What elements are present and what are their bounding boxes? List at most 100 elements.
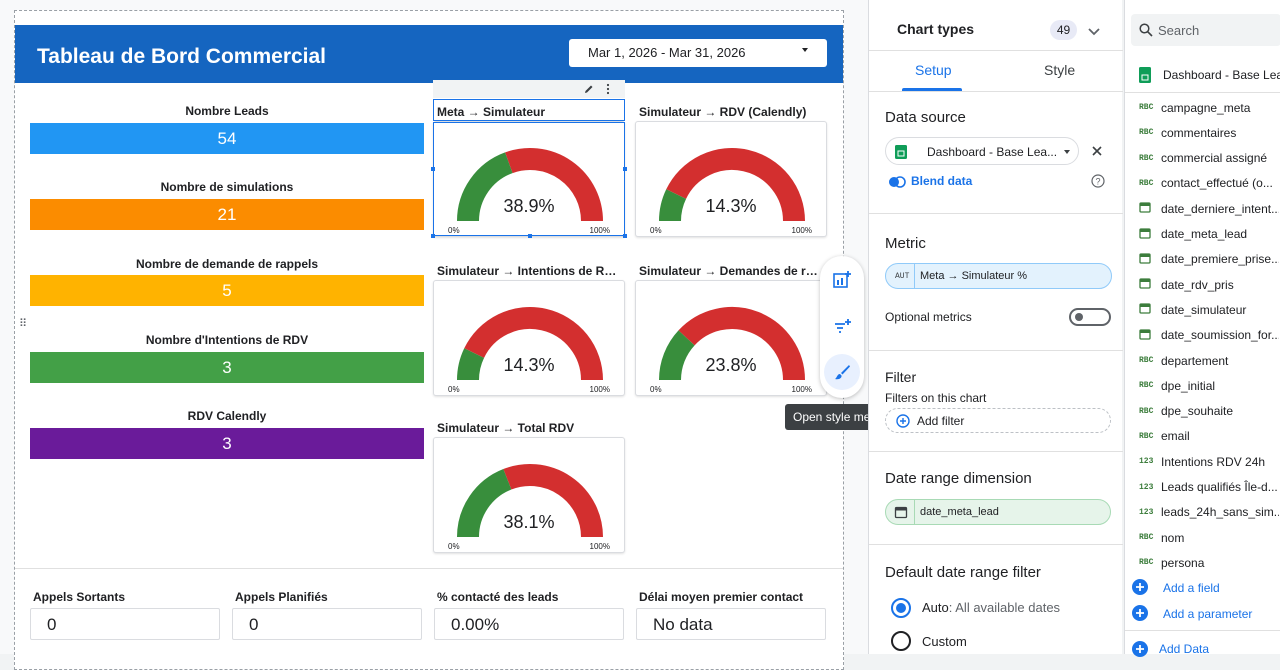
field-item[interactable]: RBC dpe_souhaite [1125,399,1280,424]
search-field[interactable]: Search [1131,14,1280,46]
add-parameter-link[interactable]: Add a parameter [1163,607,1252,621]
auto-option[interactable]: Auto: All available dates [922,600,1060,615]
scorecard-appels-planifies[interactable]: 0 [232,608,422,640]
field-item[interactable]: date_rdv_pris [1125,272,1280,297]
field-type-label: RBC [1139,381,1154,391]
kpi-bar-leads[interactable]: 54 [30,123,424,154]
field-item[interactable]: RBC departement [1125,348,1280,373]
report-title[interactable]: Tableau de Bord Commercial [37,45,326,69]
style-menu-button[interactable] [824,354,860,390]
field-item[interactable]: date_premiere_prise... [1125,247,1280,272]
field-item[interactable]: 123 Leads qualifiés Île-d... [1125,475,1280,500]
field-name: date_soumission_for... [1161,328,1279,343]
dropdown-arrow-icon [802,48,808,52]
blend-data-link[interactable]: Blend data [911,174,972,188]
resize-handle[interactable] [623,167,627,171]
add-filter-button[interactable]: Add filter [885,408,1111,433]
gauge-value: 14.3% [503,355,555,375]
field-item[interactable]: date_derniere_intent... [1125,196,1280,221]
kpi-bar-intentions[interactable]: 3 [30,352,424,383]
gauge-min-label: 0% [448,542,460,551]
resize-handle[interactable] [431,234,435,238]
gauge-title-intentions[interactable]: Simulateur → Intentions de R… [437,264,623,278]
field-item[interactable]: date_soumission_for... [1125,323,1280,348]
resize-handle[interactable] [623,234,627,238]
data-source-selector[interactable]: Dashboard - Base Lea... [885,137,1079,165]
optional-metrics-toggle[interactable] [1069,308,1111,326]
add-chart-button[interactable] [824,262,860,298]
gauge-max-label: 100% [791,385,812,394]
blend-icon [889,176,906,188]
panel-divider [869,451,1123,452]
chart-types-label[interactable]: Chart types [897,21,974,37]
metric-type-label: AUT [895,272,910,281]
gauge-chart-rdv-calendly[interactable]: 14.3% 0% 100% [635,121,827,237]
kpi-bar-rappels[interactable]: 5 [30,275,424,306]
panel-divider [1125,630,1280,631]
resize-handle[interactable] [528,234,532,238]
tab-setup[interactable]: Setup [915,62,952,78]
field-item[interactable]: RBC commentaires [1125,120,1280,145]
kpi-bar-simulations[interactable]: 21 [30,199,424,230]
field-item[interactable]: RBC nom [1125,525,1280,550]
gauge-title-demandes[interactable]: Simulateur → Demandes de r… [639,264,825,278]
field-item[interactable]: 123 leads_24h_sans_sim... [1125,500,1280,525]
metric-chip[interactable]: AUT Meta → Simulateur % [885,263,1112,289]
gauge-max-label: 100% [589,385,610,394]
calendar-icon [1125,227,1161,242]
panel-divider [869,213,1123,214]
gauge-title-meta[interactable]: Meta → Simulateur [437,105,623,119]
date-range-value: Mar 1, 2026 - Mar 31, 2026 [588,45,746,60]
field-name: dpe_souhaite [1161,404,1234,419]
field-type-label: RBC [1139,558,1154,568]
field-item[interactable]: RBC commercial assigné [1125,146,1280,171]
custom-option-label[interactable]: Custom [922,634,967,649]
field-item[interactable]: RBC persona [1125,550,1280,575]
gauge-value: 14.3% [705,196,757,216]
field-name: date_rdv_pris [1161,277,1234,292]
auto-radio[interactable] [891,598,911,618]
add-control-button[interactable] [824,308,860,344]
tab-style[interactable]: Style [1044,62,1075,78]
panel-divider [1125,92,1280,93]
date-dimension-chip[interactable]: date_meta_lead [885,499,1111,525]
chart-floating-toolbar [820,256,864,398]
edit-pencil-icon[interactable] [583,83,595,95]
field-item[interactable]: RBC dpe_initial [1125,373,1280,398]
field-item[interactable]: RBC email [1125,424,1280,449]
drag-handle-icon[interactable]: ⠿ [19,319,27,330]
field-item[interactable]: 123 Intentions RDV 24h [1125,449,1280,474]
gauge-value: 23.8% [705,355,757,375]
more-vert-icon[interactable] [605,83,611,95]
field-type-label: RBC [1139,178,1154,188]
help-icon[interactable]: ? [1091,174,1105,188]
field-item[interactable]: RBC campagne_meta [1125,95,1280,120]
field-item[interactable]: date_meta_lead [1125,222,1280,247]
field-type-label: RBC [1139,431,1154,441]
close-icon[interactable] [1091,145,1103,157]
scorecard-label-appels-sortants: Appels Sortants [33,590,126,604]
add-field-link[interactable]: Add a field [1163,581,1220,595]
gauge-title-total-rdv[interactable]: Simulateur → Total RDV [437,421,623,435]
data-source-name[interactable]: Dashboard - Base Lea... [1163,68,1280,82]
gauge-chart-intentions[interactable]: 14.3% 0% 100% [433,280,625,396]
field-name: Leads qualifiés Île-d... [1161,480,1278,494]
field-item[interactable]: RBC contact_effectué (o... [1125,171,1280,196]
custom-radio[interactable] [891,631,911,651]
date-dimension-value: date_meta_lead [920,506,999,518]
chevron-down-icon[interactable] [1088,28,1100,36]
resize-handle[interactable] [431,167,435,171]
kpi-label-calendly: RDV Calendly [187,409,267,423]
gauge-title-rdv-calendly[interactable]: Simulateur → RDV (Calendly) [639,105,825,119]
auto-label: Auto [922,600,949,615]
scorecard-appels-sortants[interactable]: 0 [30,608,220,640]
gauge-svg [659,148,805,222]
scorecard-delai[interactable]: No data [636,608,826,640]
field-item[interactable]: date_simulateur [1125,297,1280,322]
gauge-chart-demandes[interactable]: 23.8% 0% 100% [635,280,827,396]
gauge-chart-total-rdv[interactable]: 38.1% 0% 100% [433,437,625,553]
scorecard-contacte[interactable]: 0.00% [434,608,624,640]
dropdown-arrow-icon [1064,150,1070,154]
date-range-control[interactable]: Mar 1, 2026 - Mar 31, 2026 [569,39,827,67]
kpi-bar-calendly[interactable]: 3 [30,428,424,459]
